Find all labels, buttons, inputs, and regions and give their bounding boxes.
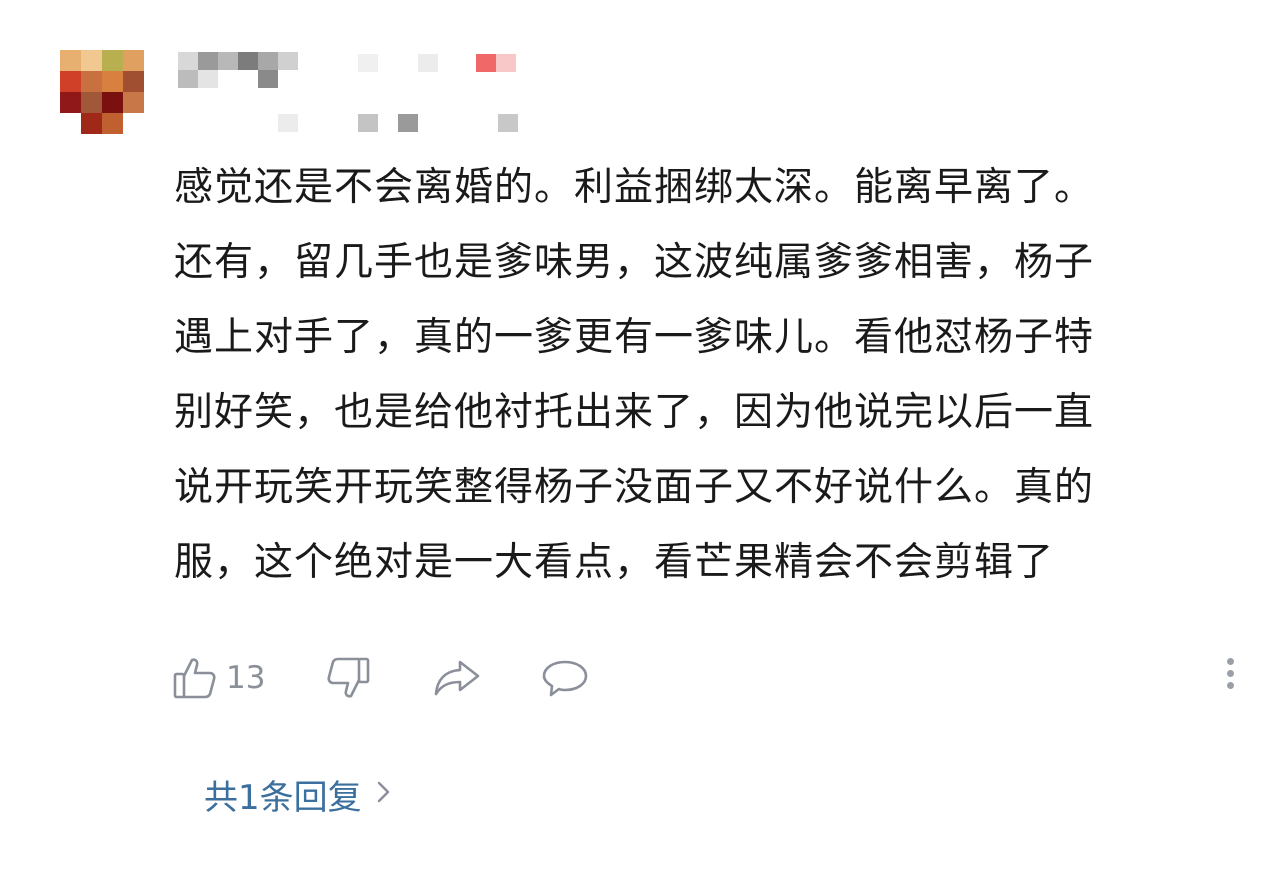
comment-card: 感觉还是不会离婚的。利益捆绑太深。能离早离了。 还有，留几手也是爹味男，这波纯属… [0, 0, 1280, 896]
chevron-right-icon [376, 775, 392, 815]
comment-line: 感觉还是不会离婚的。利益捆绑太深。能离早离了。 [174, 165, 1095, 210]
comment-line: 还有，留几手也是爹味男，这波纯属爹爹相害，杨子 [174, 240, 1095, 285]
like-button[interactable]: 13 [170, 648, 265, 708]
action-bar: 13 [170, 648, 1250, 708]
dislike-button[interactable] [325, 648, 373, 708]
like-count: 13 [226, 660, 266, 696]
comment-line: 服，这个绝对是一大看点，看芒果精会不会剪辑了 [174, 540, 1055, 585]
avatar[interactable] [52, 40, 144, 136]
replies-label: 共1条回复 [204, 778, 362, 818]
comment-line: 说开玩笑开玩笑整得杨子没面子又不好说什么。真的 [174, 465, 1095, 510]
share-icon [432, 654, 482, 702]
view-replies-link[interactable]: 共1条回复 [204, 770, 392, 819]
comment-body: 感觉还是不会离婚的。利益捆绑太深。能离早离了。 还有，留几手也是爹味男，这波纯属… [174, 150, 1254, 600]
thumbs-down-icon [325, 654, 373, 702]
comment-line: 别好笑，也是给他衬托出来了，因为他说完以后一直 [174, 390, 1095, 435]
share-button[interactable] [432, 648, 482, 708]
comment-line: 遇上对手了，真的一爹更有一爹味儿。看他怼杨子特 [174, 315, 1095, 360]
more-vertical-icon[interactable] [1220, 658, 1240, 698]
thumbs-up-icon [170, 654, 218, 702]
comment-bubble-icon [540, 654, 590, 702]
reply-button[interactable] [540, 648, 590, 708]
